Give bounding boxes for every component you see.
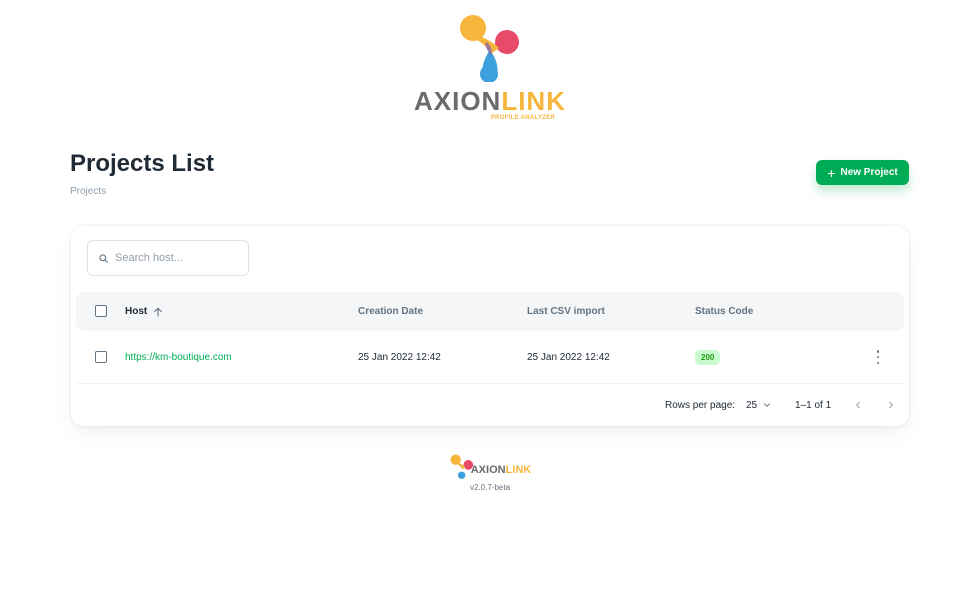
- footer-wordmark: AXIONLINK: [470, 464, 532, 476]
- sort-ascending-arrow-icon[interactable]: [153, 307, 163, 317]
- rows-per-page-label: Rows per page:: [665, 399, 736, 411]
- status-code-cell: 200: [695, 331, 721, 383]
- rows-per-page-select[interactable]: 25: [746, 384, 771, 426]
- column-header-last-csv-import[interactable]: Last CSV import: [527, 292, 605, 331]
- status-badge: 200: [695, 349, 721, 365]
- creation-date-cell: 25 Jan 2022 12:42: [358, 351, 441, 363]
- chevron-down-icon: [764, 403, 771, 407]
- new-project-button[interactable]: + New Project: [816, 160, 909, 185]
- table-row[interactable]: https://km-boutique.com 25 Jan 2022 12:4…: [76, 331, 904, 384]
- column-header-creation-date[interactable]: Creation Date: [358, 292, 423, 331]
- logo: AXIONLINK PROFILE ANALYZER: [0, 12, 980, 121]
- logo-wordmark: AXIONLINK: [413, 86, 566, 116]
- projects-card: Host Creation Date Last CSV import Statu…: [71, 226, 909, 426]
- column-header-host[interactable]: Host: [125, 292, 163, 331]
- chevron-right-icon: [889, 401, 893, 409]
- new-project-label: New Project: [840, 167, 898, 178]
- breadcrumb[interactable]: Projects: [70, 186, 106, 197]
- table-header: Host Creation Date Last CSV import Statu…: [76, 292, 904, 331]
- chevron-left-icon: [856, 401, 860, 409]
- app-version: v2.0.7-beta: [469, 483, 511, 492]
- row-checkbox[interactable]: [95, 351, 107, 363]
- search-input[interactable]: [115, 252, 235, 264]
- page-title: Projects List: [70, 150, 215, 177]
- column-header-status-code[interactable]: Status Code: [695, 292, 753, 331]
- footer-logo: AXIONLINK: [449, 453, 532, 479]
- axionlink-logo-icon: [460, 15, 519, 82]
- next-page-button[interactable]: [887, 384, 895, 426]
- previous-page-button[interactable]: [854, 384, 862, 426]
- last-csv-import-cell: 25 Jan 2022 12:42: [527, 351, 610, 363]
- logo-tagline: PROFILE ANALYZER: [490, 115, 556, 121]
- more-options-icon[interactable]: [875, 350, 881, 364]
- rows-per-page-value: 25: [746, 399, 758, 411]
- host-link[interactable]: https://km-boutique.com: [125, 331, 232, 383]
- footer: AXIONLINK v2.0.7-beta: [0, 453, 980, 492]
- search-icon: [99, 253, 108, 263]
- column-header-host-label: Host: [125, 306, 148, 317]
- pagination-range: 1–1 of 1: [795, 399, 832, 411]
- search-box[interactable]: [87, 240, 249, 276]
- select-all-checkbox[interactable]: [95, 305, 107, 317]
- plus-icon: +: [827, 164, 836, 181]
